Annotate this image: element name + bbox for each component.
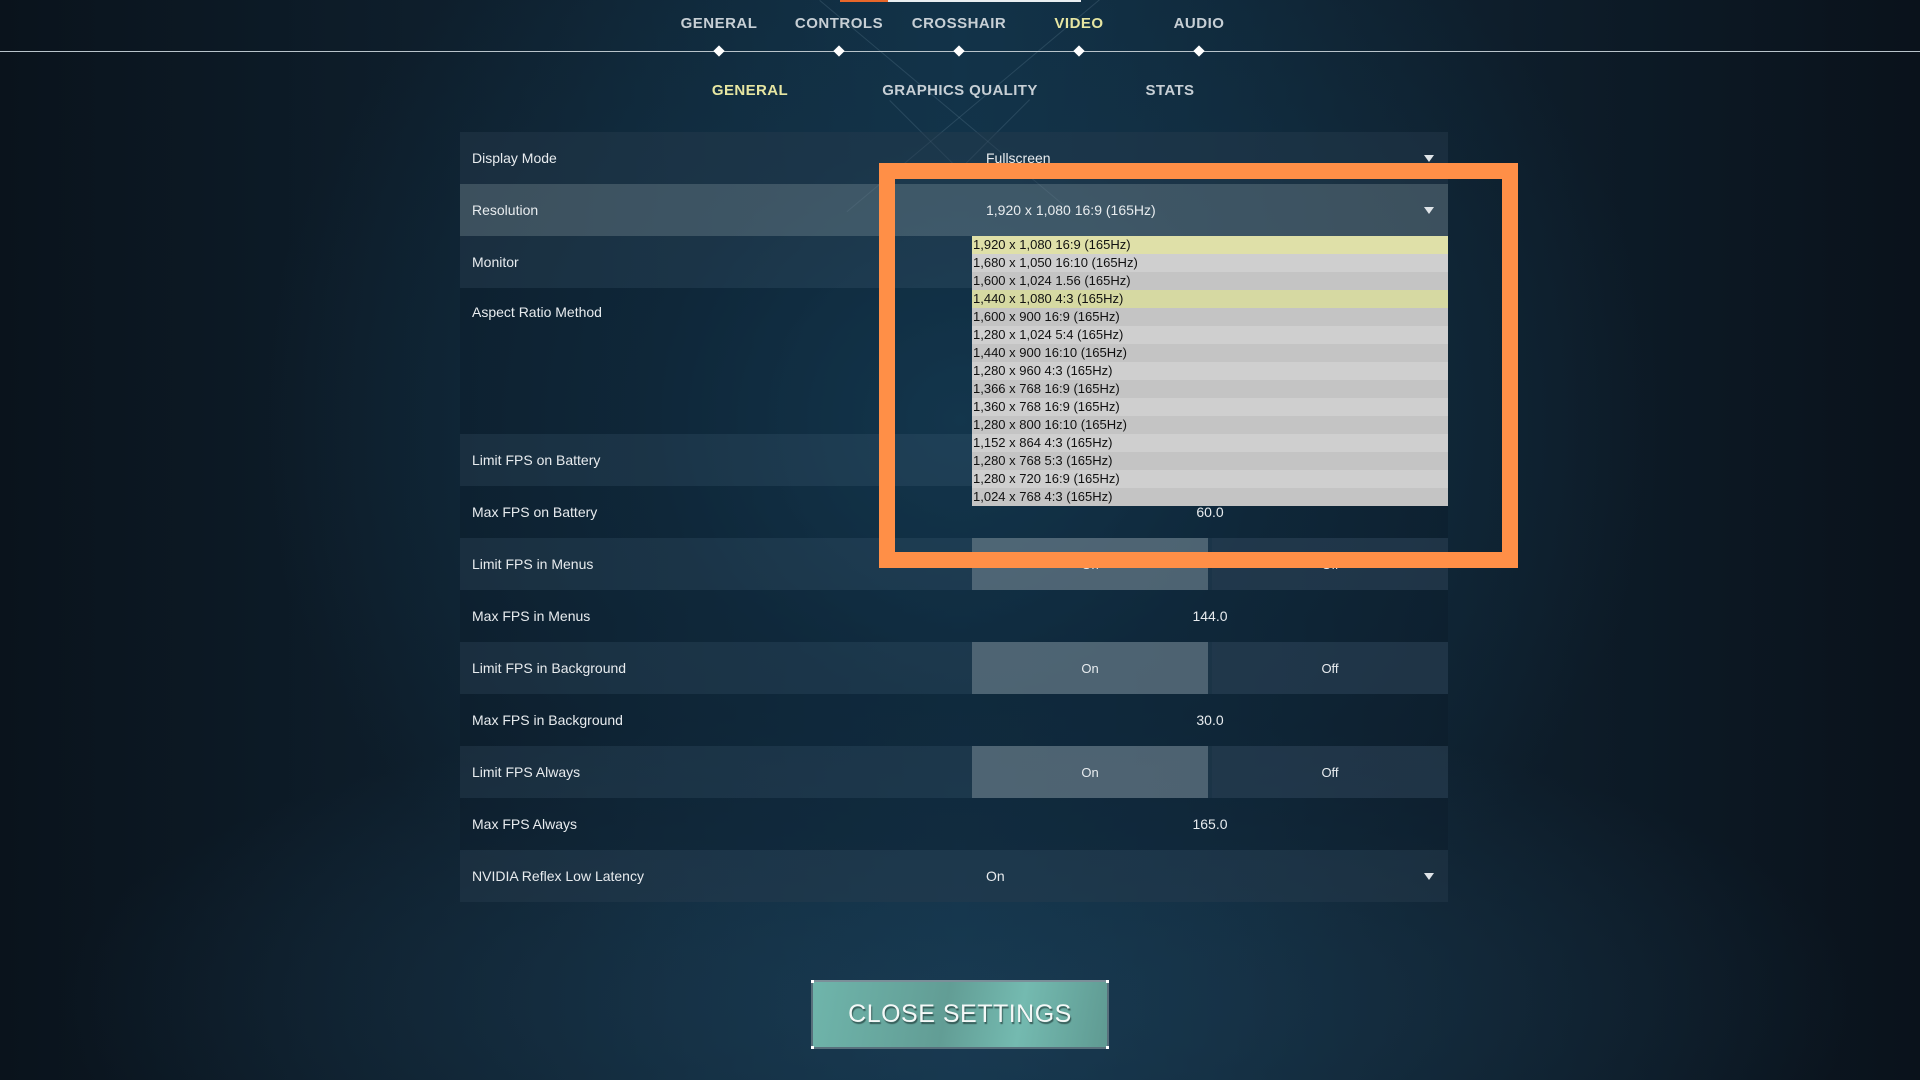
setting-label: Max FPS Always <box>472 816 578 832</box>
off-button[interactable]: Off <box>1212 538 1448 590</box>
tab-marker-icon <box>953 45 965 57</box>
chevron-down-icon <box>1424 873 1434 880</box>
setting-row-limit-fps-menus: Limit FPS in Menus On Off <box>460 538 1448 590</box>
setting-label: Monitor <box>472 254 519 270</box>
tab-controls[interactable]: CONTROLS <box>779 15 899 32</box>
subtab-graphics-quality[interactable]: GRAPHICS QUALITY <box>850 82 1070 99</box>
setting-row-max-fps-background: Max FPS in Background 30.0 <box>460 694 1448 746</box>
subtab-general[interactable]: GENERAL <box>640 82 860 99</box>
setting-row-display-mode: Display Mode Fullscreen <box>460 132 1448 184</box>
setting-label: Limit FPS in Menus <box>472 556 594 572</box>
corner-mark <box>811 980 814 983</box>
on-button[interactable]: On <box>972 538 1208 590</box>
setting-label: Resolution <box>472 202 539 218</box>
setting-row-max-fps-menus: Max FPS in Menus 144.0 <box>460 590 1448 642</box>
on-button[interactable]: On <box>972 642 1208 694</box>
tab-audio[interactable]: AUDIO <box>1139 15 1259 32</box>
tab-video[interactable]: VIDEO <box>1019 15 1139 32</box>
display-mode-dropdown[interactable]: Fullscreen <box>972 132 1448 184</box>
limit-fps-always-toggle: On Off <box>972 746 1448 798</box>
setting-label: Display Mode <box>472 150 557 166</box>
setting-row-limit-fps-always: Limit FPS Always On Off <box>460 746 1448 798</box>
resolution-option[interactable]: 1,440 x 900 16:10 (165Hz) <box>972 344 1448 362</box>
resolution-option[interactable]: 1,024 x 768 4:3 (165Hz) <box>972 488 1448 506</box>
resolution-options-list: 1,920 x 1,080 16:9 (165Hz) 1,680 x 1,050 … <box>972 236 1448 506</box>
corner-mark <box>1106 980 1109 983</box>
resolution-option[interactable]: 1,920 x 1,080 16:9 (165Hz) <box>972 236 1448 254</box>
dropdown-value: On <box>986 868 1005 884</box>
setting-label: NVIDIA Reflex Low Latency <box>472 868 644 884</box>
nvidia-reflex-dropdown[interactable]: On <box>972 850 1448 902</box>
setting-label: Max FPS on Battery <box>472 504 598 520</box>
setting-label: Limit FPS on Battery <box>472 452 601 468</box>
resolution-option[interactable]: 1,280 x 768 5:3 (165Hz) <box>972 452 1448 470</box>
chevron-down-icon <box>1424 207 1434 214</box>
resolution-option[interactable]: 1,280 x 1,024 5:4 (165Hz) <box>972 326 1448 344</box>
dropdown-value: Fullscreen <box>986 150 1051 166</box>
resolution-option[interactable]: 1,440 x 1,080 4:3 (165Hz) <box>972 290 1448 308</box>
tab-marker-icon <box>1073 45 1085 57</box>
resolution-option[interactable]: 1,152 x 864 4:3 (165Hz) <box>972 434 1448 452</box>
resolution-option[interactable]: 1,280 x 960 4:3 (165Hz) <box>972 362 1448 380</box>
top-accent-bar-white <box>888 0 1081 2</box>
max-fps-menus-value[interactable]: 144.0 <box>972 608 1448 624</box>
tab-marker-icon <box>713 45 725 57</box>
corner-mark <box>811 1046 814 1049</box>
resolution-dropdown[interactable]: 1,920 x 1,080 16:9 (165Hz) <box>972 184 1448 236</box>
setting-label: Aspect Ratio Method <box>472 304 602 320</box>
setting-label: Max FPS in Background <box>472 712 623 728</box>
resolution-option[interactable]: 1,280 x 720 16:9 (165Hz) <box>972 470 1448 488</box>
setting-row-max-fps-always: Max FPS Always 165.0 <box>460 798 1448 850</box>
dropdown-value: 1,920 x 1,080 16:9 (165Hz) <box>986 202 1156 218</box>
resolution-option[interactable]: 1,366 x 768 16:9 (165Hz) <box>972 380 1448 398</box>
max-fps-background-value[interactable]: 30.0 <box>972 712 1448 728</box>
limit-fps-background-toggle: On Off <box>972 642 1448 694</box>
resolution-option[interactable]: 1,600 x 1,024 1.56 (165Hz) <box>972 272 1448 290</box>
setting-label: Limit FPS Always <box>472 764 581 780</box>
max-fps-always-value[interactable]: 165.0 <box>972 816 1448 832</box>
top-accent-bar-orange <box>840 0 888 2</box>
setting-row-resolution: Resolution 1,920 x 1,080 16:9 (165Hz) <box>460 184 1448 236</box>
tab-marker-icon <box>833 45 845 57</box>
tab-marker-icon <box>1193 45 1205 57</box>
resolution-option[interactable]: 1,280 x 800 16:10 (165Hz) <box>972 416 1448 434</box>
off-button[interactable]: Off <box>1212 642 1448 694</box>
subtab-stats[interactable]: STATS <box>1060 82 1280 99</box>
chevron-down-icon <box>1424 155 1434 162</box>
on-button[interactable]: On <box>972 746 1208 798</box>
setting-label: Max FPS in Menus <box>472 608 591 624</box>
limit-fps-menus-toggle: On Off <box>972 538 1448 590</box>
max-fps-battery-value[interactable]: 60.0 <box>972 504 1448 520</box>
setting-row-nvidia-reflex: NVIDIA Reflex Low Latency On <box>460 850 1448 902</box>
resolution-option[interactable]: 1,680 x 1,050 16:10 (165Hz) <box>972 254 1448 272</box>
corner-mark <box>1106 1046 1109 1049</box>
setting-row-limit-fps-background: Limit FPS in Background On Off <box>460 642 1448 694</box>
resolution-option[interactable]: 1,360 x 768 16:9 (165Hz) <box>972 398 1448 416</box>
setting-label: Limit FPS in Background <box>472 660 627 676</box>
resolution-option[interactable]: 1,600 x 900 16:9 (165Hz) <box>972 308 1448 326</box>
close-settings-label: CLOSE SETTINGS <box>848 1000 1072 1028</box>
close-settings-button[interactable]: CLOSE SETTINGS <box>811 980 1109 1049</box>
tab-general[interactable]: GENERAL <box>659 15 779 32</box>
off-button[interactable]: Off <box>1212 746 1448 798</box>
tab-crosshair[interactable]: CROSSHAIR <box>899 15 1019 32</box>
